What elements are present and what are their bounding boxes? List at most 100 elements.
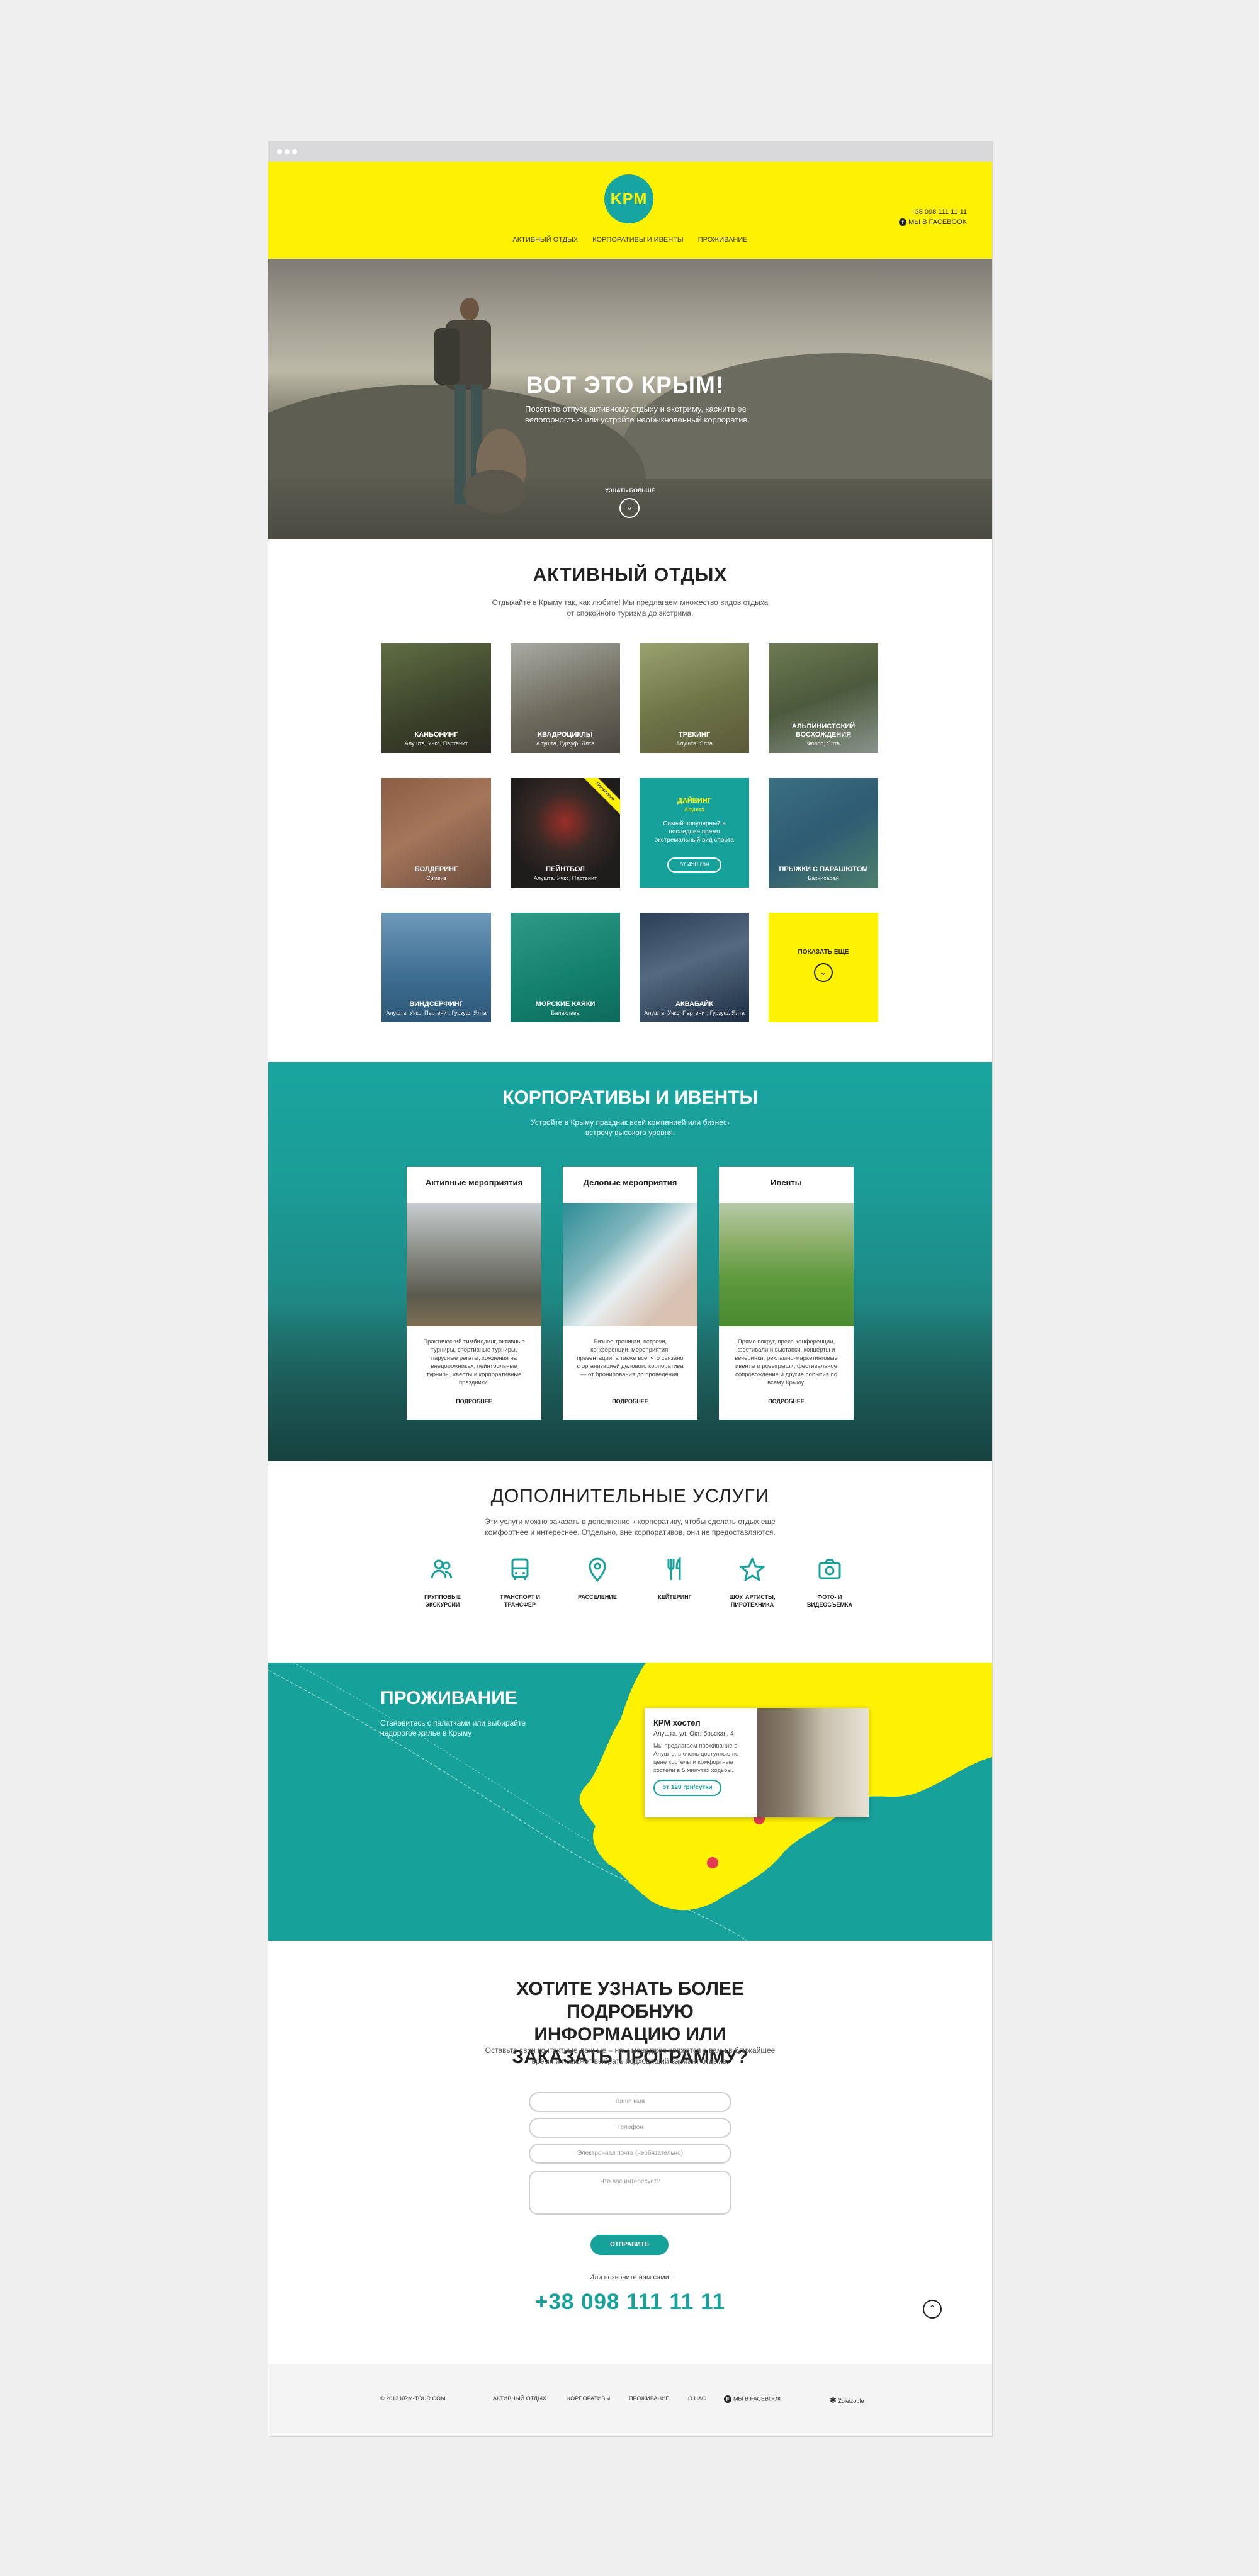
browser-window: KPM Активный отдых Корпоративы и ивенты … bbox=[268, 142, 992, 2436]
service-label: Групповые экскурсии bbox=[424, 1594, 461, 1608]
card-image-handshake bbox=[563, 1203, 697, 1326]
activity-tile-aquabike[interactable]: Аквабайк Алушта, Учкс, Партенит, Гурзуф,… bbox=[640, 913, 749, 1022]
service-tours[interactable]: Групповые экскурсии bbox=[408, 1556, 477, 1608]
activity-tile-climbing[interactable]: Альпинистский восхождения Форос, Ялта bbox=[769, 643, 878, 753]
card-title: Ивенты bbox=[771, 1178, 802, 1187]
show-more-label: Показать еще bbox=[798, 949, 849, 956]
card-more-link[interactable]: Подробнее bbox=[719, 1398, 854, 1404]
main-nav: Активный отдых Корпоративы и ивенты Прож… bbox=[268, 236, 992, 244]
header-facebook-link[interactable]: f Мы в Facebook bbox=[899, 217, 967, 227]
corporate-subtitle: Устройте в Крыму праздник всей компанией… bbox=[531, 1118, 730, 1137]
tile-location: Бахчисарай bbox=[808, 875, 839, 881]
card-description: Прямо вокруг, пресс-конференции, фестива… bbox=[735, 1338, 838, 1386]
email-input[interactable]: Электронная почта (необязательно) bbox=[529, 2144, 731, 2164]
window-chrome bbox=[268, 142, 992, 162]
send-button[interactable]: Отправить bbox=[590, 2235, 669, 2255]
service-show[interactable]: Шоу, артисты, пиротехника bbox=[718, 1556, 787, 1608]
hostel-room-image bbox=[757, 1708, 869, 1817]
camera-icon bbox=[818, 1559, 841, 1579]
tile-label: Морские каяки bbox=[535, 1000, 596, 1008]
active-section-title: Активный отдых bbox=[533, 565, 728, 585]
nav-item-housing[interactable]: Проживание bbox=[698, 236, 748, 244]
footer-facebook-link[interactable]: f Мы в Facebook bbox=[724, 2395, 781, 2403]
contact-phone[interactable]: +38 098 111 11 11 bbox=[268, 2290, 992, 2315]
activity-tile-canyoning[interactable]: Каньонинг Алушта, Учкс, Партенит bbox=[381, 643, 491, 753]
card-title: Активные мероприятия bbox=[425, 1178, 523, 1187]
activity-tile-parachute[interactable]: Прыжки с парашютом Бахчисарай bbox=[769, 778, 878, 888]
logo[interactable]: KPM bbox=[604, 174, 653, 223]
hostel-description: Мы предлагаем проживание в Алуште, в оче… bbox=[653, 1743, 739, 1774]
hostel-name: КРМ хостел bbox=[653, 1718, 701, 1727]
hero-banner: Вот это Крым! Посетите отпуск активному … bbox=[268, 259, 992, 539]
card-more-link[interactable]: Подробнее bbox=[407, 1398, 541, 1404]
phone-input[interactable]: Телефон bbox=[529, 2118, 731, 2138]
card-image-helicopter bbox=[407, 1203, 541, 1326]
card-more-link[interactable]: Подробнее bbox=[563, 1398, 697, 1404]
service-label: Фото- и видеосъемка bbox=[806, 1594, 853, 1608]
tile-price-button[interactable]: от 450 грн bbox=[667, 857, 721, 873]
housing-subtitle: Становитесь с палатками или выбирайте не… bbox=[380, 1719, 526, 1737]
footer-credit-label: Zoleizoble bbox=[838, 2398, 864, 2404]
popular-badge: Популярно bbox=[579, 778, 620, 818]
corporate-section: Корпоративы и ивенты Устройте в Крыму пр… bbox=[268, 1062, 992, 1461]
footer-copyright: © 2013 KRM-TOUR.COM bbox=[380, 2395, 446, 2402]
location-pin-icon bbox=[589, 1557, 606, 1583]
tile-label: Болдеринг bbox=[414, 866, 458, 873]
service-label: Расселение bbox=[578, 1594, 617, 1600]
header-phone[interactable]: +38 098 111 11 11 bbox=[899, 207, 967, 217]
corporate-card-events[interactable]: Ивенты Прямо вокруг, пресс-конференции, … bbox=[719, 1167, 854, 1420]
header-contacts: +38 098 111 11 11 f Мы в Facebook bbox=[899, 207, 967, 227]
corporate-card-active[interactable]: Активные мероприятия Практический тимбил… bbox=[407, 1167, 541, 1420]
nav-item-active[interactable]: Активный отдых bbox=[512, 236, 578, 244]
call-us-label: Или позвоните нам сами: bbox=[589, 2274, 671, 2281]
footer-link-active[interactable]: Активный отдых bbox=[493, 2395, 546, 2402]
footer-link-housing[interactable]: Проживание bbox=[629, 2395, 670, 2402]
activity-tile-quad[interactable]: Квадроциклы Алушта, Гурзуф, Ялта bbox=[511, 643, 620, 753]
footer-credit[interactable]: ✱ Zoleizoble bbox=[830, 2395, 864, 2405]
nav-item-corporate[interactable]: Корпоративы и ивенты bbox=[592, 236, 683, 244]
tile-location: Алушта, Ялта bbox=[676, 740, 713, 747]
footer-link-corporate[interactable]: Корпоративы bbox=[567, 2395, 610, 2402]
show-more-tile[interactable]: Показать еще ⌄ bbox=[769, 913, 878, 1022]
service-label: Шоу, артисты, пиротехника bbox=[729, 1594, 776, 1608]
chevron-down-icon: ⌄ bbox=[814, 963, 833, 982]
hostel-price-button[interactable]: от 120 грн/сутки bbox=[653, 1780, 721, 1796]
interest-textarea[interactable]: Что вас интересует? bbox=[529, 2171, 731, 2215]
activity-tile-diving[interactable]: Дайвинг Алушта Самый популярный в послед… bbox=[640, 778, 749, 888]
service-transport[interactable]: Транспорт и трансфер bbox=[485, 1556, 555, 1608]
site-header: KPM Активный отдых Корпоративы и ивенты … bbox=[268, 162, 992, 259]
services-subtitle: Эти услуги можно заказать в дополнение к… bbox=[485, 1517, 776, 1537]
back-to-top-button[interactable]: ⌃ bbox=[923, 2300, 942, 2319]
hostel-address: Алушта, ул. Октябрьская, 4 bbox=[653, 1731, 734, 1737]
hero-scroll-button[interactable]: ⌄ bbox=[619, 498, 640, 518]
tile-location: Алушта, Учкс, Партенит bbox=[533, 875, 597, 881]
window-dot bbox=[292, 149, 297, 154]
activity-tile-trekking[interactable]: Трекинг Алушта, Ялта bbox=[640, 643, 749, 753]
activity-tile-kayak[interactable]: Морские каяки Балаклава bbox=[511, 913, 620, 1022]
activity-tile-paintball[interactable]: Популярно Пейнтбол Алушта, Учкс, Партени… bbox=[511, 778, 620, 888]
activity-tile-bouldering[interactable]: Болдеринг Симеиз bbox=[381, 778, 491, 888]
footer-link-about[interactable]: О нас bbox=[688, 2395, 706, 2402]
corporate-card-business[interactable]: Деловые мероприятия Бизнес-тренинги, вст… bbox=[563, 1167, 697, 1420]
tile-location: Алушта, Учкс, Партенит, Гурзуф, Ялта bbox=[644, 1010, 745, 1016]
hero-title: Вот это Крым! bbox=[526, 372, 725, 398]
name-input[interactable]: Ваше имя bbox=[529, 2092, 731, 2112]
service-catering[interactable]: Кейтеринг bbox=[640, 1556, 709, 1601]
contact-subtitle: Оставьте свои контактные данные – наш ме… bbox=[485, 2046, 776, 2065]
tile-label: Пейнтбол bbox=[546, 866, 585, 873]
cutlery-icon bbox=[667, 1556, 681, 1580]
service-photo[interactable]: Фото- и видеосъемка bbox=[795, 1556, 864, 1608]
tile-label: Квадроциклы bbox=[538, 731, 593, 738]
hostel-popup[interactable]: КРМ хостел Алушта, ул. Октябрьская, 4 Мы… bbox=[645, 1708, 869, 1817]
hero-more-label[interactable]: Узнать больше bbox=[268, 487, 992, 494]
activity-tile-windsurf[interactable]: Виндсерфинг Алушта, Учкс, Партенит, Гурз… bbox=[381, 913, 491, 1022]
tile-location: Алушта, Учкс, Партенит bbox=[404, 740, 468, 747]
facebook-icon: f bbox=[724, 2395, 731, 2403]
card-description: Бизнес-тренинги, встречи, конференции, м… bbox=[577, 1338, 684, 1378]
site-footer: © 2013 KRM-TOUR.COM Активный отдых Корпо… bbox=[268, 2364, 992, 2436]
tile-description: Самый популярный в последнее время экстр… bbox=[655, 820, 734, 844]
crimea-map bbox=[268, 1663, 992, 1941]
window-dot bbox=[285, 149, 290, 154]
tile-location: Алушта bbox=[684, 806, 704, 813]
service-accommodation[interactable]: Расселение bbox=[563, 1556, 632, 1601]
